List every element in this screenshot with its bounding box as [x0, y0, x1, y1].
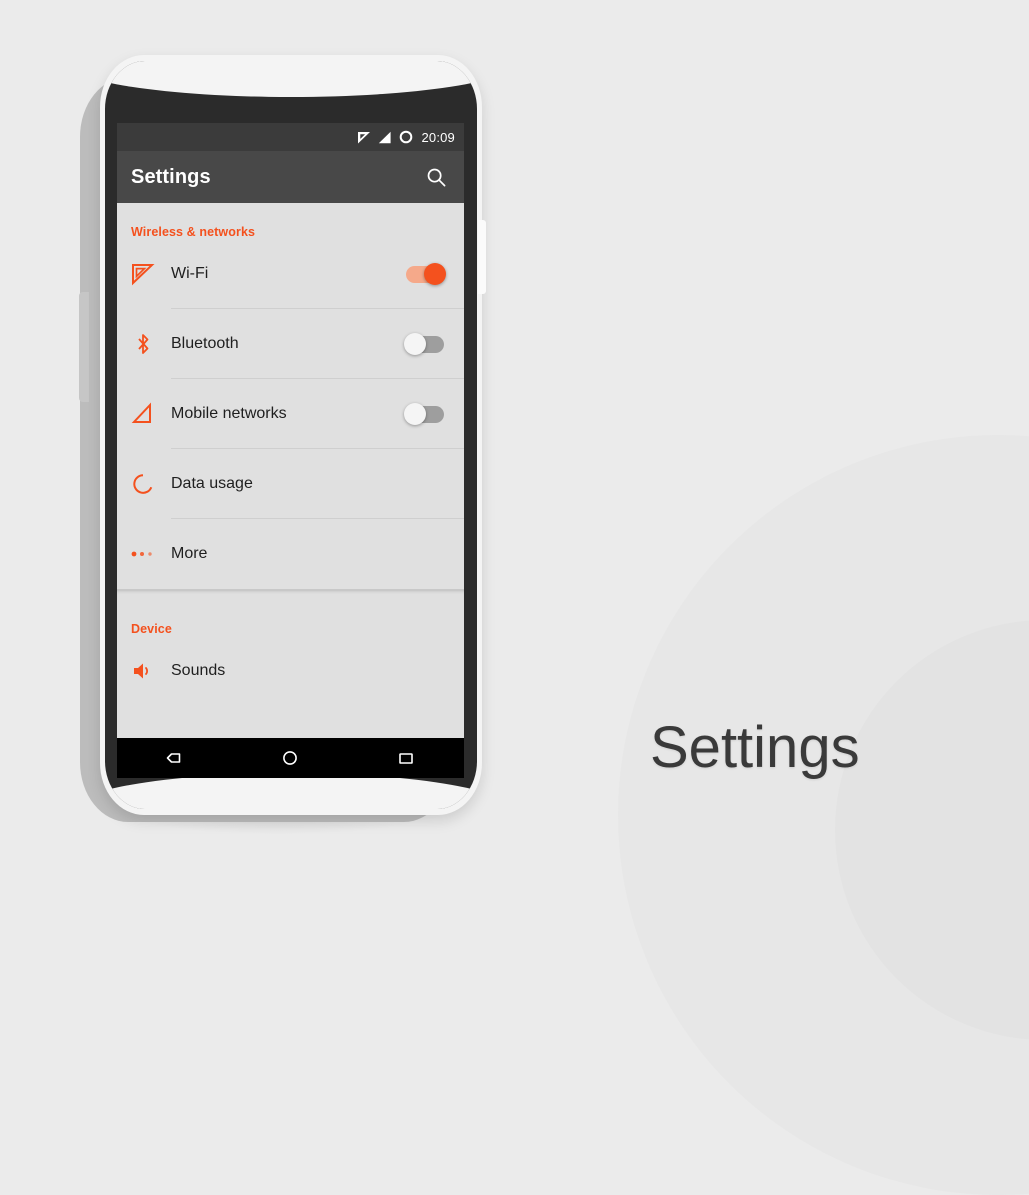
phone-backplate-button — [79, 292, 89, 402]
status-bar-time: 20:09 — [421, 129, 455, 145]
settings-row-content: Mobile networks — [171, 379, 464, 449]
signal-icon — [378, 131, 392, 144]
settings-row-label: Sounds — [171, 662, 226, 679]
toggle-thumb — [404, 402, 426, 425]
mobile-networks-toggle[interactable] — [404, 402, 446, 425]
nav-recents-button[interactable] — [386, 743, 426, 773]
settings-list: Wireless & networks Wi-Fi Bluetooth Mobi… — [117, 203, 464, 738]
search-button[interactable] — [421, 162, 451, 192]
settings-row-label: Mobile networks — [171, 404, 287, 422]
nav-back-button[interactable] — [155, 743, 195, 773]
more-icon — [131, 550, 171, 558]
bluetooth-toggle[interactable] — [404, 332, 446, 355]
settings-row-label: Bluetooth — [171, 334, 239, 352]
settings-row-sounds[interactable]: Sounds — [117, 636, 464, 706]
settings-row-label: Data usage — [171, 474, 253, 492]
status-bar-icons — [357, 130, 413, 144]
status-bar: 20:09 — [117, 123, 464, 151]
settings-row-label: Wi-Fi — [171, 264, 209, 282]
section-header-device: Device — [131, 622, 172, 636]
sounds-icon — [131, 659, 171, 683]
wifi-icon — [357, 131, 371, 144]
settings-row-more[interactable]: More — [117, 519, 464, 589]
nav-home-button[interactable] — [270, 743, 310, 773]
settings-row-content: Data usage — [171, 449, 464, 519]
settings-row-content: Bluetooth — [171, 309, 464, 379]
settings-row-bluetooth[interactable]: Bluetooth — [117, 309, 464, 379]
settings-row-content: Wi-Fi — [171, 239, 464, 309]
toggle-thumb — [424, 262, 446, 285]
section-divider — [117, 589, 464, 600]
app-bar: Settings — [117, 151, 464, 203]
app-bar-title: Settings — [131, 165, 211, 188]
mobile-networks-icon — [131, 402, 171, 426]
wifi-icon — [131, 262, 171, 286]
bluetooth-icon — [131, 332, 171, 356]
recents-icon — [397, 750, 415, 766]
settings-row-content: Sounds — [171, 636, 464, 706]
settings-row-data-usage[interactable]: Data usage — [117, 449, 464, 519]
data-usage-icon — [131, 472, 171, 496]
section-header-wireless: Wireless & networks — [131, 225, 256, 239]
toggle-thumb — [404, 332, 426, 355]
wifi-toggle[interactable] — [404, 262, 446, 285]
phone-screen: 20:09 Settings Wireless & networks Wi-Fi… — [117, 123, 464, 738]
settings-row-wifi[interactable]: Wi-Fi — [117, 239, 464, 309]
settings-row-content: More — [171, 519, 464, 589]
settings-row-mobile-networks[interactable]: Mobile networks — [117, 379, 464, 449]
phone-mockup: 20:09 Settings Wireless & networks Wi-Fi… — [78, 55, 498, 845]
page-title: Settings — [650, 715, 860, 780]
back-icon — [165, 750, 185, 766]
phone-power-button[interactable] — [478, 220, 486, 294]
settings-row-label: More — [171, 545, 208, 562]
home-icon — [281, 749, 299, 767]
circle-icon — [399, 130, 413, 144]
navigation-bar — [117, 738, 464, 778]
search-icon — [426, 167, 447, 188]
